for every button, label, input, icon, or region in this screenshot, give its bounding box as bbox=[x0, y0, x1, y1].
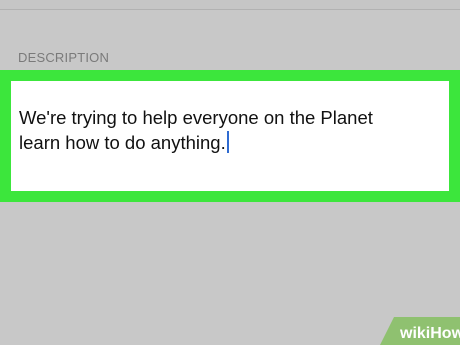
description-field-text: We're trying to help everyone on the Pla… bbox=[19, 105, 441, 155]
description-field-highlight: We're trying to help everyone on the Pla… bbox=[0, 70, 460, 202]
top-divider bbox=[0, 0, 460, 10]
text-caret bbox=[226, 131, 229, 153]
wikihow-watermark: wikiHow bbox=[362, 307, 460, 345]
description-line-1: We're trying to help everyone on the Pla… bbox=[19, 107, 373, 128]
description-field[interactable]: We're trying to help everyone on the Pla… bbox=[11, 81, 449, 191]
description-line-2: learn how to do anything. bbox=[19, 132, 226, 153]
wikihow-logo-icon: wikiHow bbox=[380, 317, 460, 345]
section-label: DESCRIPTION bbox=[18, 50, 110, 65]
svg-text:wikiHow: wikiHow bbox=[399, 325, 460, 342]
